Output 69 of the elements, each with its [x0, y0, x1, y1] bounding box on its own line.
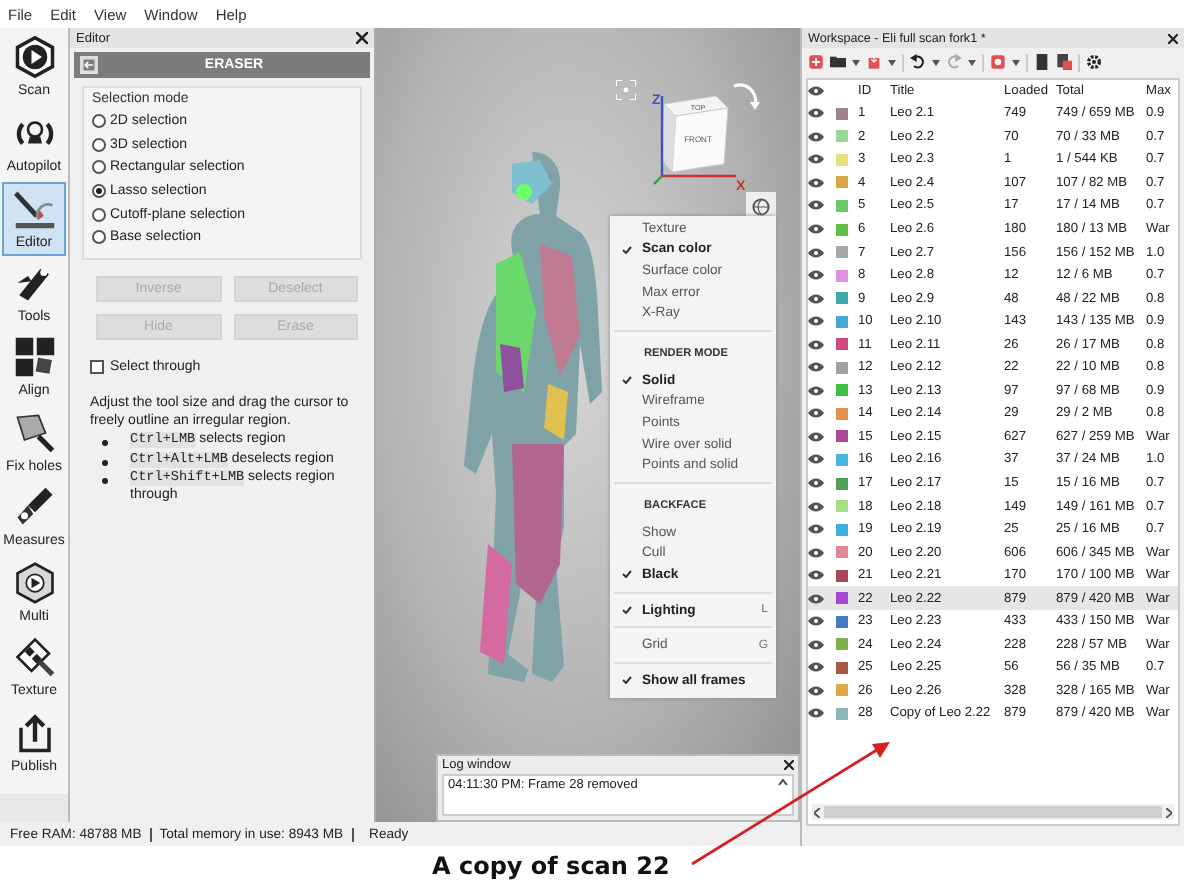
eye-icon[interactable]: [808, 662, 824, 673]
checkmark-icon: [621, 245, 631, 254]
folder-icon[interactable]: [830, 54, 846, 70]
eye-icon[interactable]: [808, 154, 824, 165]
eye-icon[interactable]: [808, 639, 824, 650]
eye-icon[interactable]: [808, 385, 824, 396]
scroll-left-icon[interactable]: [814, 807, 820, 817]
back-arrow-icon[interactable]: [80, 56, 98, 74]
radio-button[interactable]: [92, 160, 106, 175]
horizontal-scrollbar[interactable]: [812, 804, 1174, 820]
eye-icon[interactable]: [808, 501, 824, 512]
eye-icon[interactable]: [808, 593, 824, 604]
checkmark-icon: [621, 570, 631, 579]
checkmark-icon: [621, 376, 631, 385]
play-hexagon-icon: [13, 36, 55, 78]
caret-icon[interactable]: [852, 59, 860, 65]
eye-icon[interactable]: [808, 108, 824, 119]
radio-button[interactable]: [92, 230, 106, 245]
close-icon[interactable]: [356, 32, 368, 44]
eye-icon[interactable]: [808, 200, 824, 211]
checkmark-icon: [621, 676, 631, 685]
trowel-icon: [13, 411, 55, 453]
eye-icon[interactable]: [808, 224, 824, 234]
annotation-text: A copy of scan 22: [432, 852, 670, 880]
undo-icon[interactable]: [910, 54, 926, 70]
eye-icon[interactable]: [808, 524, 824, 535]
eye-icon[interactable]: [808, 708, 824, 719]
upload-icon: [13, 711, 55, 753]
eye-icon[interactable]: [808, 131, 824, 142]
bullet-icon: [102, 478, 108, 485]
eye-icon[interactable]: [808, 316, 824, 327]
eye-icon[interactable]: [808, 362, 824, 373]
scroll-up-icon[interactable]: [778, 778, 788, 786]
radio-button[interactable]: [92, 114, 106, 129]
eye-icon[interactable]: [808, 685, 824, 696]
caret-icon[interactable]: [968, 59, 976, 65]
checkbox[interactable]: [90, 359, 104, 374]
close-icon[interactable]: [784, 760, 794, 770]
caret-icon[interactable]: [1012, 59, 1020, 65]
caret-icon[interactable]: [932, 59, 940, 65]
eye-icon[interactable]: [808, 454, 824, 465]
eye-icon[interactable]: [808, 247, 824, 258]
scroll-right-icon[interactable]: [1166, 807, 1172, 817]
eye-icon[interactable]: [808, 570, 824, 581]
bullet-icon: [102, 439, 108, 446]
close-icon[interactable]: [1168, 33, 1178, 43]
bullet-icon: [102, 459, 108, 465]
sphere-icon: [752, 197, 770, 215]
knife-icon: [13, 188, 55, 230]
puzzle-icon: [13, 336, 55, 378]
radio-button[interactable]: [92, 137, 106, 152]
settings-icon[interactable]: [1086, 54, 1102, 70]
eye-icon[interactable]: [808, 339, 824, 350]
add-scan-icon[interactable]: [808, 54, 824, 70]
eye-icon[interactable]: [808, 177, 824, 188]
eye-icon[interactable]: [808, 478, 824, 489]
eye-icon[interactable]: [808, 547, 824, 558]
checkmark-icon: [621, 606, 631, 615]
play-hexagon-icon: [13, 561, 55, 603]
radio-button[interactable]: [92, 207, 106, 222]
eye-icon[interactable]: [808, 293, 824, 304]
eye-icon[interactable]: [808, 270, 824, 281]
eye-icon[interactable]: [808, 431, 824, 442]
import-icon[interactable]: [866, 54, 882, 70]
eye-icon[interactable]: [808, 616, 824, 627]
record-icon[interactable]: [990, 54, 1006, 70]
radio-button[interactable]: [92, 184, 106, 199]
caret-icon[interactable]: [888, 59, 896, 65]
eye-icon[interactable]: [808, 408, 824, 419]
